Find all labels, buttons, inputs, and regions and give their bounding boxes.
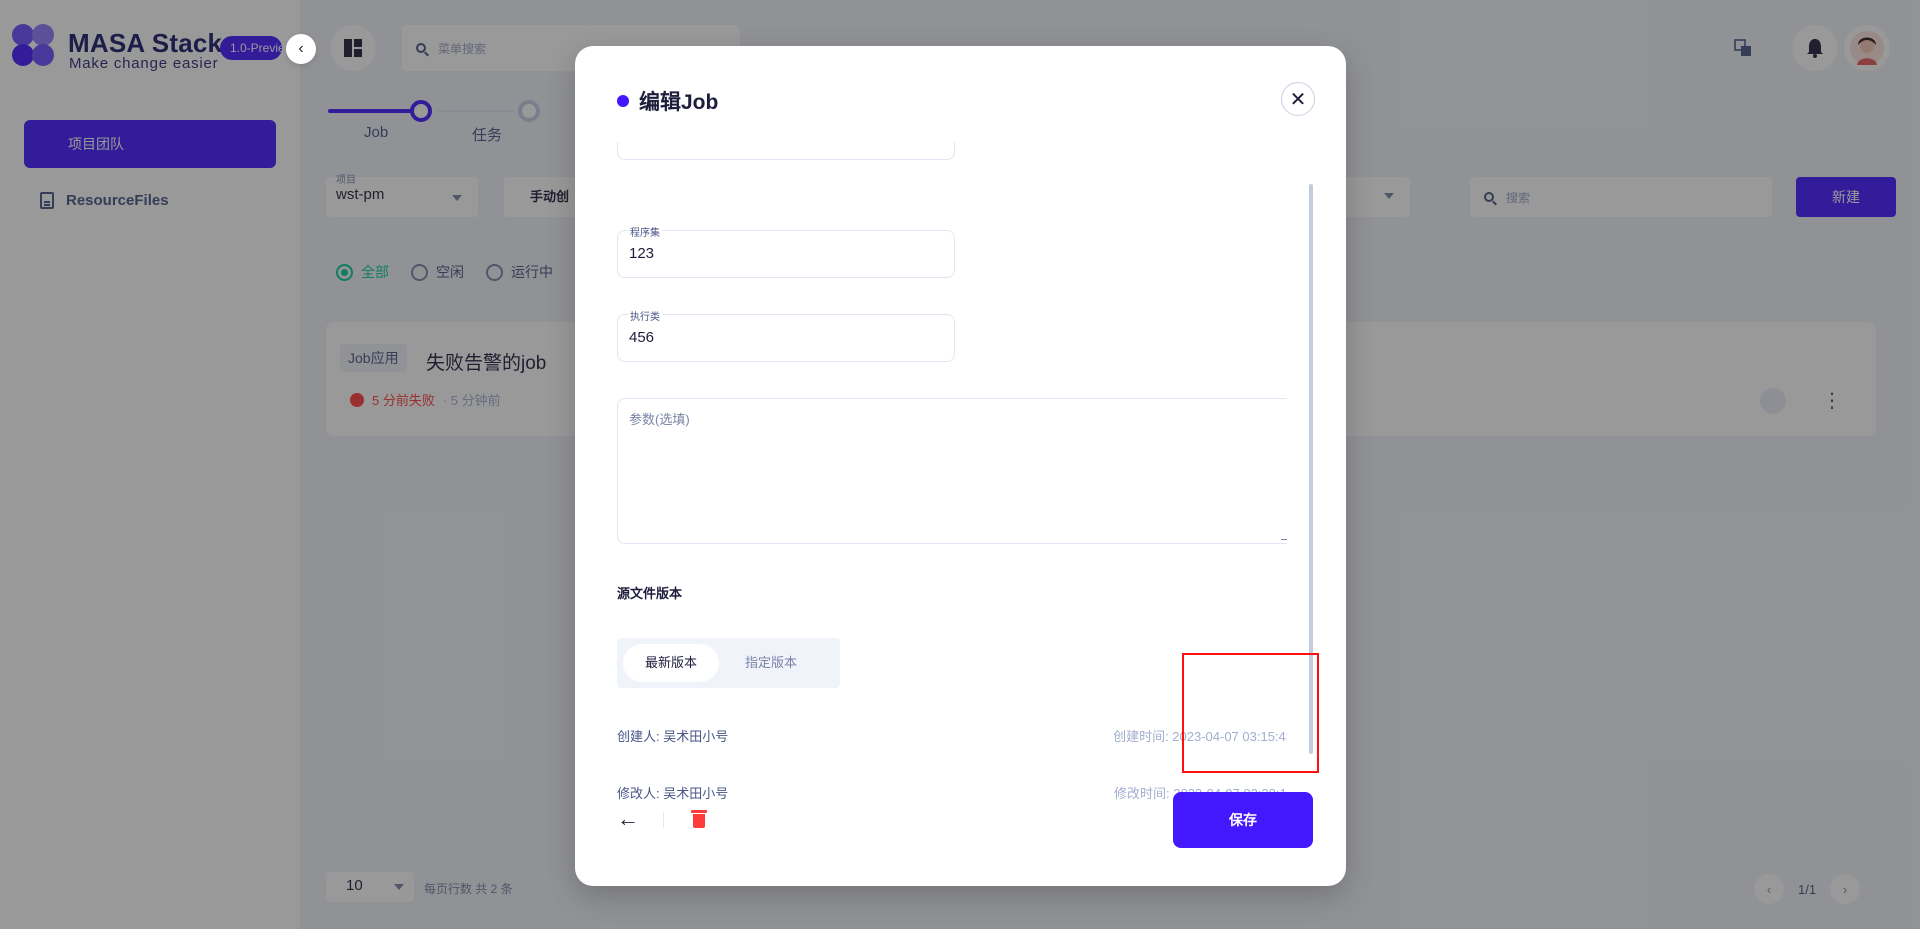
divider	[663, 812, 664, 828]
previous-field[interactable]	[617, 142, 955, 160]
modifier-text: 修改人: 吴术田小号	[617, 786, 729, 801]
source-version-title: 源文件版本	[617, 586, 683, 601]
close-button[interactable]: ✕	[1281, 82, 1315, 116]
execute-class-field[interactable]: 执行类 456	[617, 308, 955, 362]
title-dot-icon	[617, 95, 629, 107]
creator-text: 创建人: 吴术田小号	[617, 729, 729, 744]
highlight-annotation-box	[1182, 653, 1319, 773]
modal-title-text: 编辑Job	[639, 91, 719, 114]
execute-class-label: 执行类	[628, 308, 662, 323]
delete-icon[interactable]	[691, 810, 707, 828]
save-button[interactable]: 保存	[1173, 792, 1313, 848]
close-icon: ✕	[1289, 88, 1307, 111]
assembly-value: 123	[629, 245, 655, 262]
collapse-sidebar-button[interactable]: ‹	[286, 34, 316, 64]
back-arrow-icon[interactable]: ←	[617, 806, 639, 832]
version-toggle: 最新版本 指定版本	[617, 638, 840, 688]
chevron-left-icon: ‹	[298, 40, 304, 57]
resize-handle-icon[interactable]	[1281, 532, 1287, 540]
specific-version-option[interactable]: 指定版本	[723, 644, 819, 682]
params-textarea[interactable]: 参数(选填)	[617, 398, 1287, 544]
params-placeholder: 参数(选填)	[629, 412, 690, 427]
assembly-field[interactable]: 程序集 123	[617, 224, 955, 278]
latest-version-option[interactable]: 最新版本	[623, 644, 720, 682]
assembly-label: 程序集	[628, 224, 662, 239]
modal-title: 编辑Job	[617, 86, 718, 116]
execute-class-value: 456	[629, 329, 655, 346]
